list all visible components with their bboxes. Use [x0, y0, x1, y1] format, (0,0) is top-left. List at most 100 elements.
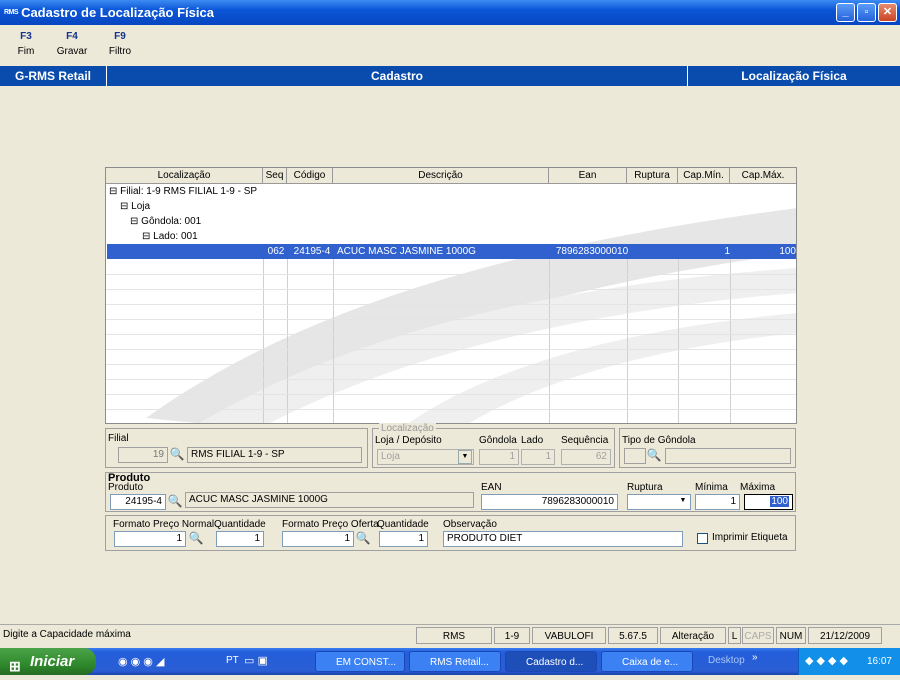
- status-l: L: [728, 627, 741, 644]
- imprimir-etiqueta-checkbox[interactable]: [697, 533, 708, 544]
- ean-input[interactable]: 7896283000010: [481, 494, 618, 510]
- tipo-gondola-name: [665, 448, 791, 464]
- minimize-button[interactable]: _: [836, 3, 855, 22]
- f4-gravar-button[interactable]: F4 Gravar: [52, 31, 92, 57]
- col-ruptura[interactable]: Ruptura: [627, 168, 678, 184]
- qtd1-label: Quantidade: [214, 519, 266, 530]
- fpn-input[interactable]: 1: [114, 531, 186, 547]
- band-left: G-RMS Retail: [14, 69, 91, 83]
- fpo-input[interactable]: 1: [282, 531, 354, 547]
- taskbar: ⊞ Iniciar ◉ ◉ ◉ ◢ PT ▭ ▣ EM CONST... RMS …: [0, 648, 900, 675]
- system-tray: ◆ ◆ ◆ ◆ 16:07: [798, 648, 900, 675]
- lado-label: Lado: [521, 435, 544, 446]
- task-caixa[interactable]: Caixa de e...: [601, 651, 693, 672]
- chevron-down-icon[interactable]: ▼: [458, 450, 472, 464]
- maxima-input[interactable]: 100: [744, 494, 793, 510]
- f9-filtro-button[interactable]: F9 Filtro: [100, 31, 140, 57]
- status-bar: Digite a Capacidade máxima RMS 1-9 VABUL…: [0, 624, 900, 644]
- status-app: RMS: [416, 627, 492, 644]
- grid-header: Localização Seq Código Descrição Ean Rup…: [106, 168, 796, 184]
- band-right: Localização Física: [687, 66, 900, 86]
- produto-name-field: ACUC MASC JASMINE 1000G: [185, 492, 474, 508]
- col-ean[interactable]: Ean: [549, 168, 627, 184]
- ruptura-label: Ruptura: [627, 482, 663, 493]
- maximize-button[interactable]: ▫: [857, 3, 876, 22]
- col-cap-max[interactable]: Cap.Máx.: [730, 168, 796, 184]
- tipo-gondola-search-icon[interactable]: 🔍: [646, 448, 662, 462]
- status-version: 5.67.5: [608, 627, 658, 644]
- cell-ean: 7896283000010: [555, 246, 629, 257]
- start-button[interactable]: ⊞ Iniciar: [0, 648, 96, 675]
- minima-input[interactable]: 1: [695, 494, 740, 510]
- col-cap-min[interactable]: Cap.Mín.: [678, 168, 730, 184]
- qtd1-input[interactable]: 1: [216, 531, 264, 547]
- desktop-toolbar[interactable]: Desktop: [708, 655, 745, 666]
- minima-label: Mínima: [695, 482, 728, 493]
- obs-label: Observação: [443, 519, 497, 530]
- chevron-right-icon[interactable]: »: [752, 652, 758, 663]
- maxima-label: Máxima: [740, 482, 776, 493]
- task-rms-retail[interactable]: RMS Retail...: [409, 651, 501, 672]
- windows-logo-icon: ⊞: [9, 658, 21, 674]
- watermark-logo: [146, 208, 796, 423]
- cell-seq: 062: [267, 246, 285, 257]
- produto-search-icon[interactable]: 🔍: [167, 494, 183, 508]
- cell-descricao: ACUC MASC JASMINE 1000G: [337, 246, 476, 257]
- filial-label: Filial: [108, 433, 129, 444]
- tipo-gondola-code[interactable]: [624, 448, 646, 464]
- sequencia-label: Sequência: [561, 435, 609, 446]
- gondola-label: Gôndola: [479, 435, 517, 446]
- loja-deposito-label: Loja / Depósito: [375, 435, 442, 446]
- status-num: NUM: [776, 627, 806, 644]
- filial-code-input[interactable]: 19: [118, 447, 168, 463]
- localizacao-panel: Localização Loja / Depósito Loja ▼ Gôndo…: [372, 423, 615, 468]
- window-title: Cadastro de Localização Física: [21, 5, 214, 20]
- tree-node-filial[interactable]: ⊟ Filial: 1-9 RMS FILIAL 1-9 - SP: [109, 184, 257, 199]
- fpo-search-icon[interactable]: 🔍: [355, 531, 371, 545]
- filial-name-field: RMS FILIAL 1-9 - SP: [187, 447, 362, 463]
- col-localizacao[interactable]: Localização: [106, 168, 263, 184]
- gondola-input[interactable]: 1: [479, 449, 519, 465]
- cell-cap-max: 100: [779, 246, 796, 257]
- location-grid[interactable]: Localização Seq Código Descrição Ean Rup…: [105, 167, 797, 424]
- obs-input[interactable]: PRODUTO DIET: [443, 531, 683, 547]
- filial-search-icon[interactable]: 🔍: [169, 447, 185, 461]
- lado-input[interactable]: 1: [521, 449, 555, 465]
- col-codigo[interactable]: Código: [287, 168, 333, 184]
- col-descricao[interactable]: Descrição: [333, 168, 549, 184]
- produto-code-input[interactable]: 24195-4: [110, 494, 166, 510]
- task-em-const[interactable]: EM CONST...: [315, 651, 405, 672]
- status-caps: CAPS: [742, 627, 774, 644]
- tray-icons[interactable]: ◆ ◆ ◆ ◆: [805, 648, 848, 675]
- preco-panel: Formato Preço Normal 1 🔍 Quantidade 1 Fo…: [105, 515, 796, 551]
- band-center: Cadastro: [106, 66, 687, 86]
- tree-node-loja[interactable]: ⊟ Loja: [120, 199, 150, 214]
- imprimir-etiqueta-label: Imprimir Etiqueta: [712, 532, 788, 543]
- qtd2-label: Quantidade: [377, 519, 429, 530]
- cell-cap-min: 1: [724, 246, 730, 257]
- chevron-down-icon[interactable]: ▼: [676, 495, 690, 509]
- quicklaunch-icons[interactable]: ◉ ◉ ◉ ◢: [118, 655, 164, 668]
- tree-node-gondola[interactable]: ⊟ Gôndola: 001: [130, 214, 201, 229]
- language-indicator[interactable]: PT: [226, 655, 239, 666]
- fpo-label: Formato Preço Oferta: [282, 519, 379, 530]
- title-bar: RMS Cadastro de Localização Física _ ▫ ✕: [0, 0, 900, 25]
- task-cadastro[interactable]: Cadastro d...: [505, 651, 597, 672]
- f3-fim-button[interactable]: F3 Fim: [6, 31, 46, 57]
- col-seq[interactable]: Seq: [263, 168, 287, 184]
- fpn-search-icon[interactable]: 🔍: [188, 531, 204, 545]
- qtd2-input[interactable]: 1: [379, 531, 428, 547]
- localizacao-group-label: Localização: [379, 423, 436, 434]
- status-message: Digite a Capacidade máxima: [3, 629, 131, 640]
- ean-label: EAN: [481, 482, 502, 493]
- table-row-selected[interactable]: 062 24195-4 ACUC MASC JASMINE 1000G 7896…: [107, 244, 796, 259]
- fpn-label: Formato Preço Normal: [113, 519, 215, 530]
- tree-node-lado[interactable]: ⊟ Lado: 001: [142, 229, 198, 244]
- status-date: 21/12/2009: [808, 627, 882, 644]
- close-button[interactable]: ✕: [878, 3, 897, 22]
- filial-panel: Filial 19 🔍 RMS FILIAL 1-9 - SP: [105, 428, 368, 468]
- keyboard-icon[interactable]: ▭ ▣: [244, 654, 268, 667]
- sequencia-input[interactable]: 62: [561, 449, 611, 465]
- cell-codigo: 24195-4: [293, 246, 331, 257]
- header-band: G-RMS Retail Cadastro Localização Física: [0, 66, 900, 86]
